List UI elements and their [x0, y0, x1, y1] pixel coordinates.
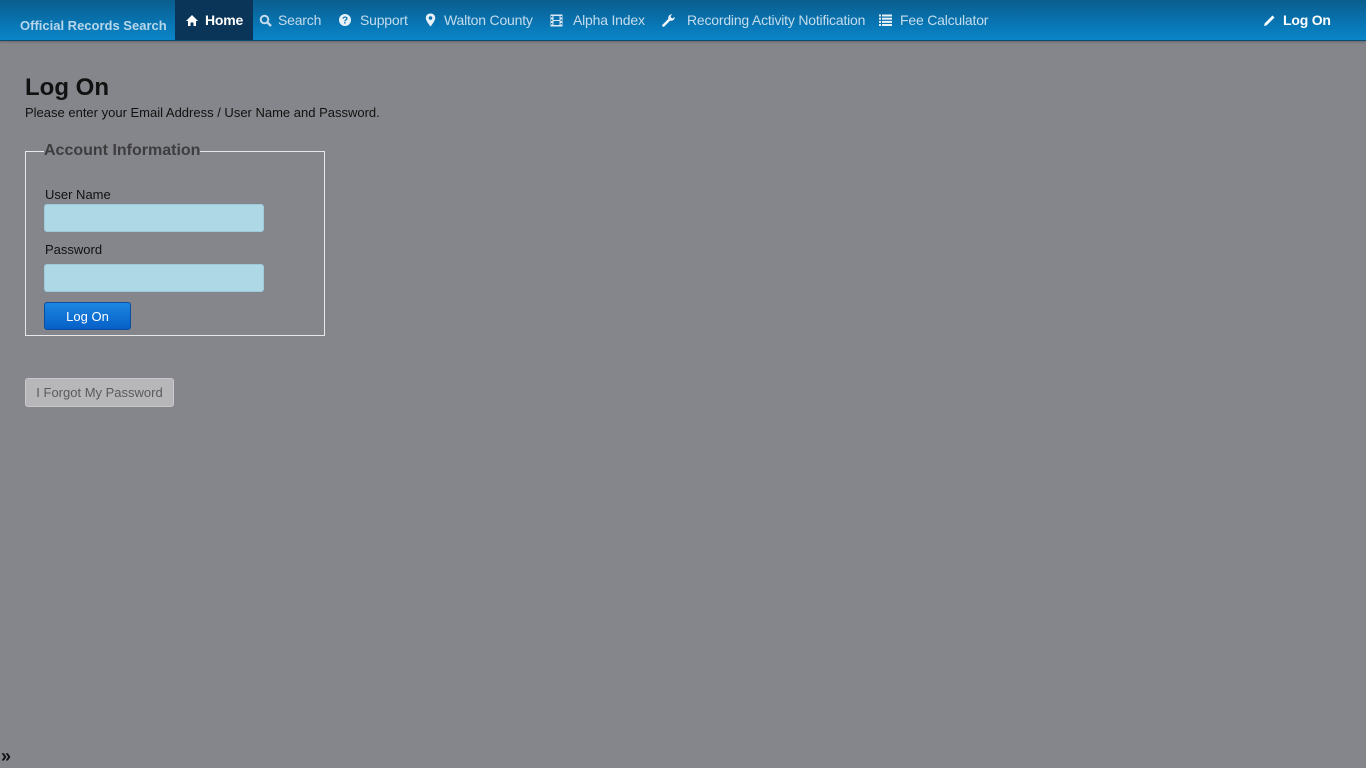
account-information-legend: Account Information	[44, 142, 201, 159]
page-header: Log On Please enter your Email Address /…	[25, 74, 380, 120]
search-icon	[259, 14, 272, 27]
nav-support-label: Support	[360, 12, 408, 28]
nav-search-label: Search	[278, 12, 322, 28]
username-input[interactable]	[44, 204, 264, 232]
wrench-icon	[662, 14, 675, 27]
nav-home-label: Home	[205, 12, 244, 28]
username-label: User Name	[45, 187, 111, 202]
sidebar-toggle-icon[interactable]: »	[1, 746, 11, 767]
home-icon	[186, 14, 198, 26]
page-subtitle: Please enter your Email Address / User N…	[25, 105, 380, 120]
nav-alpha-index[interactable]: Alpha Index	[550, 0, 645, 40]
svg-text:?: ?	[342, 16, 348, 27]
nav-search[interactable]: Search	[259, 0, 321, 40]
nav-log-on[interactable]: Log On	[1263, 0, 1331, 40]
nav-home[interactable]: Home	[175, 0, 254, 40]
nav-log-on-label: Log On	[1283, 12, 1331, 28]
nav-fee-calculator-label: Fee Calculator	[900, 12, 989, 28]
nav-alpha-index-label: Alpha Index	[573, 12, 645, 28]
password-label: Password	[45, 242, 103, 257]
password-input[interactable]	[44, 264, 264, 292]
account-information-fieldset: Account Information User Name Password L…	[25, 142, 325, 336]
top-navbar: Official Records Search Home Search ? Su…	[0, 0, 1366, 41]
pencil-icon	[1264, 15, 1275, 26]
nav-fee-calculator[interactable]: Fee Calculator	[879, 0, 988, 40]
nav-recording-activity-notification-label: Recording Activity Notification	[687, 12, 866, 28]
nav-recording-activity-notification[interactable]: Recording Activity Notification	[662, 0, 865, 40]
list-icon	[879, 14, 892, 26]
nav-walton-county-label: Walton County	[444, 12, 533, 28]
brand-title[interactable]: Official Records Search	[20, 18, 167, 33]
nav-walton-county[interactable]: Walton County	[425, 0, 533, 40]
log-on-button[interactable]: Log On	[44, 302, 131, 330]
map-marker-icon	[425, 13, 436, 27]
nav-support[interactable]: ? Support	[338, 0, 408, 40]
film-icon	[550, 14, 563, 26]
forgot-password-button[interactable]: I Forgot My Password	[25, 378, 174, 407]
question-circle-icon: ?	[339, 14, 351, 27]
page-title: Log On	[25, 74, 109, 101]
